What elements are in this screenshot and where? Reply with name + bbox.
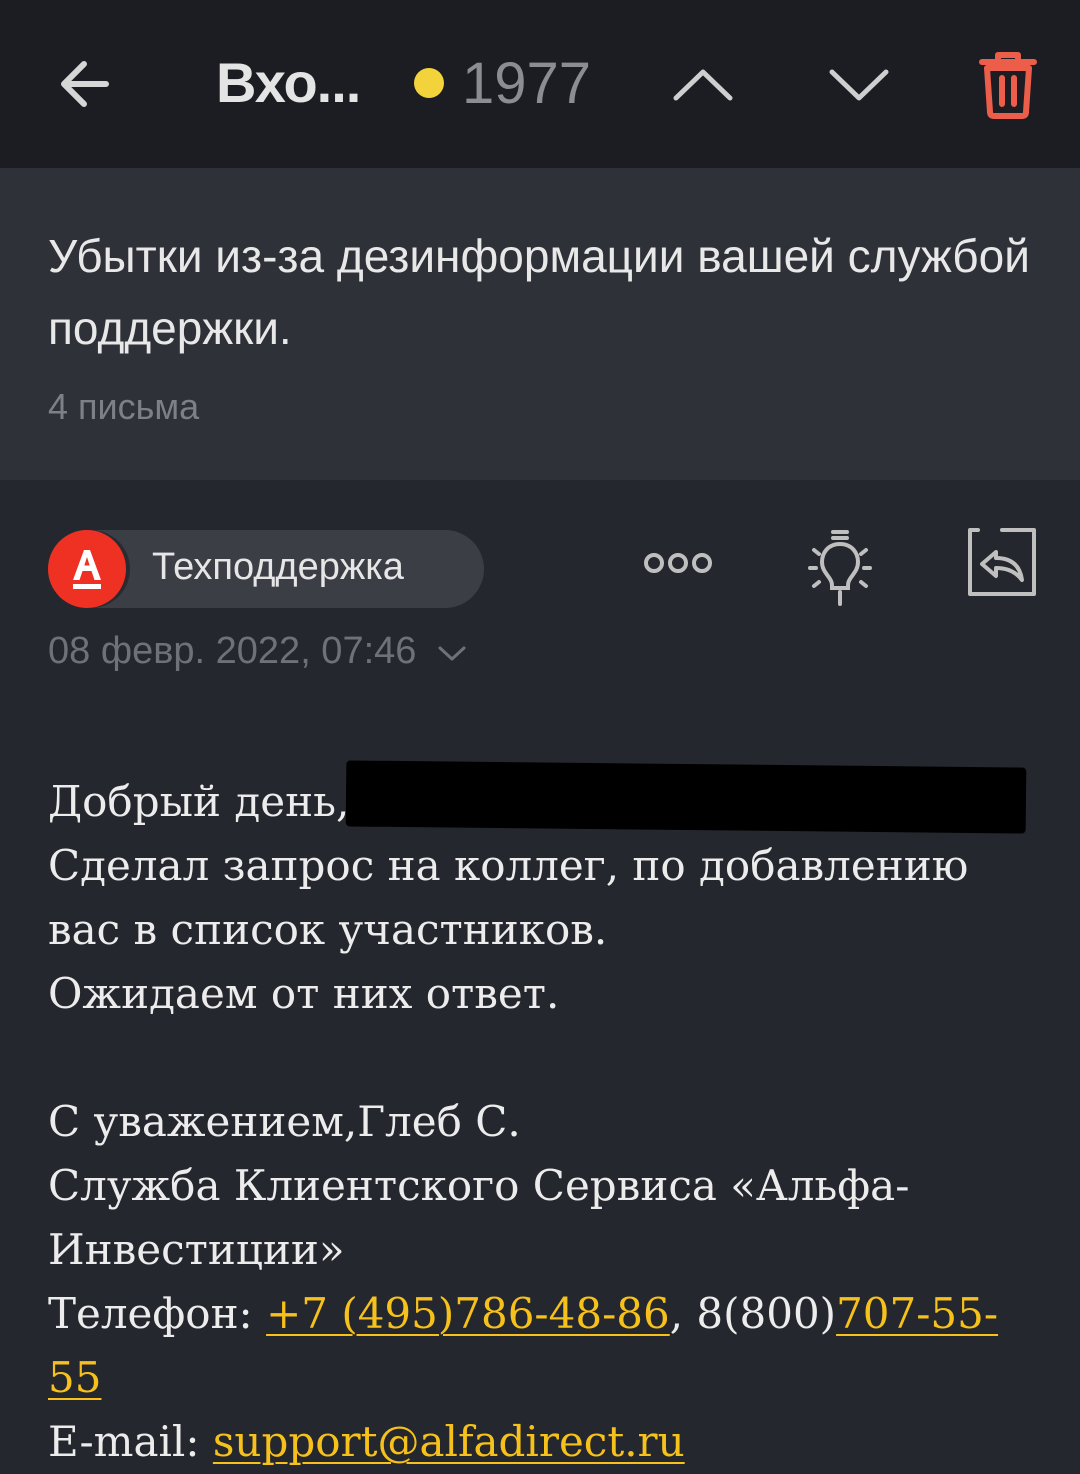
chevron-down-icon[interactable] <box>824 58 894 110</box>
trash-icon[interactable] <box>978 50 1038 120</box>
folder-title[interactable]: Вхо... <box>216 50 361 115</box>
message-body: Добрый день, Сделал запрос на коллег, по… <box>48 770 1048 1474</box>
message-date[interactable]: 08 февр. 2022, 07:46 <box>48 630 467 673</box>
unread-dot-icon <box>414 68 444 98</box>
thread-header: Убытки из-за дезинформации вашей службой… <box>0 168 1080 480</box>
signature-line: Служба Клиентского Сервиса «Альфа- <box>48 1161 910 1210</box>
phone-link-1[interactable]: +7 (495)786-48-86 <box>266 1289 670 1338</box>
back-arrow-icon[interactable] <box>52 48 124 120</box>
alfa-logo-icon <box>73 550 101 589</box>
more-dots-icon[interactable] <box>642 548 714 578</box>
top-toolbar: Вхо... 1977 <box>0 0 1080 168</box>
signature-line: С уважением,Глеб С. <box>48 1097 521 1146</box>
chevron-up-icon[interactable] <box>668 58 738 110</box>
email-line: E-mail: support@alfadirect.ru <box>48 1410 1048 1474</box>
thread-count: 4 письма <box>48 386 200 427</box>
sender-name: Техподдержка <box>152 546 404 588</box>
body-line: Сделал запрос на коллег, по добавлению <box>48 841 969 890</box>
phone-separator: , 8(800) <box>669 1289 837 1338</box>
lightbulb-icon[interactable] <box>806 528 874 612</box>
reply-icon[interactable] <box>966 526 1038 598</box>
body-line: Ожидаем от них ответ. <box>48 969 560 1018</box>
phone-line: Телефон: +7 (495)786-48-86, 8(800)707-55… <box>48 1282 1048 1410</box>
sender-chip[interactable]: Техподдержка <box>48 530 484 608</box>
unread-count: 1977 <box>462 51 592 116</box>
redaction-bar <box>345 760 1027 834</box>
chevron-down-icon <box>438 646 466 661</box>
thread-subject: Убытки из-за дезинформации вашей службой… <box>48 230 1030 354</box>
message-date-text: 08 февр. 2022, 07:46 <box>48 630 417 672</box>
email-link[interactable]: support@alfadirect.ru <box>213 1417 685 1466</box>
phone-label: Телефон: <box>48 1289 267 1338</box>
email-label: E-mail: <box>48 1417 213 1466</box>
body-line: вас в список участников. <box>48 905 608 954</box>
signature-line: Инвестиции» <box>48 1225 345 1274</box>
sender-avatar <box>48 530 126 608</box>
